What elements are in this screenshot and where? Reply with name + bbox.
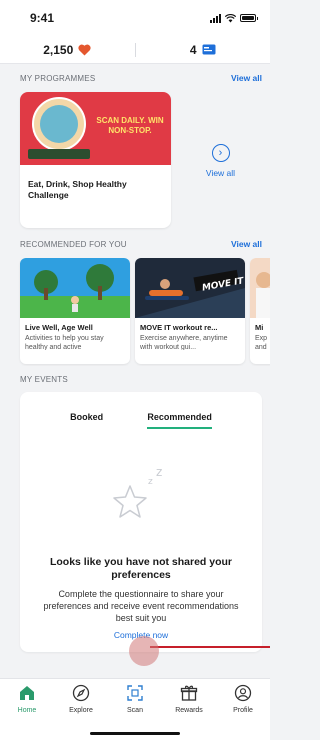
programmes-view-all-link[interactable]: View all <box>231 73 262 83</box>
recommended-card-desc: Exp and <box>255 335 268 350</box>
programme-banner: SCAN DAILY. WIN NON-STOP. <box>20 92 171 165</box>
tab-label: Rewards <box>175 707 203 714</box>
tab-booked[interactable]: Booked <box>70 412 103 429</box>
challenge-logo <box>32 97 86 151</box>
side-view-all-label: View all <box>205 168 236 178</box>
home-icon <box>20 686 34 700</box>
tab-home[interactable]: Home <box>0 683 54 740</box>
summary-bar: 2,150 4 <box>0 36 270 64</box>
tab-label: Home <box>17 707 37 714</box>
recommended-card-title: Live Well, Age Well <box>25 323 93 332</box>
section-title: MY EVENTS <box>20 374 68 384</box>
events-header: MY EVENTS <box>0 366 270 392</box>
section-title: RECOMMENDED FOR YOU <box>20 239 127 249</box>
recommended-card[interactable]: Mi Exp and <box>250 258 270 364</box>
empty-state-title: Looks like you have not shared your pref… <box>49 556 233 581</box>
recommended-card-desc: Exercise anywhere, anytime with workout … <box>140 335 228 350</box>
bottom-tab-bar: Home Explore Scan Rewards Profile <box>0 678 270 740</box>
compass-icon <box>72 684 90 702</box>
programme-name: Eat, Drink, Shop Healthy Challenge <box>28 179 127 200</box>
status-time: 9:41 <box>30 11 55 25</box>
svg-text:z: z <box>148 477 153 487</box>
status-icons <box>210 13 258 23</box>
challenge-logo-ribbon <box>28 149 90 159</box>
touch-indicator <box>129 636 159 666</box>
points-value: 2,150 <box>43 42 74 57</box>
scan-icon <box>127 685 143 701</box>
home-indicator <box>90 732 180 735</box>
signal-icon <box>210 13 221 23</box>
chevron-right-icon: › <box>211 144 230 162</box>
recommended-view-all-link[interactable]: View all <box>231 239 262 249</box>
tab-label: Profile <box>233 707 253 714</box>
move-it-image: MOVE IT <box>135 258 245 318</box>
events-card: Booked Recommended z z Looks like you ha… <box>20 392 262 652</box>
recommended-card[interactable]: Live Well, Age Well Activities to help y… <box>20 258 130 364</box>
recommended-carousel[interactable]: Live Well, Age Well Activities to help y… <box>0 258 270 366</box>
events-tabs: Booked Recommended <box>20 392 262 429</box>
gift-icon <box>180 685 198 701</box>
tab-label: Explore <box>69 707 93 714</box>
status-bar: 9:41 <box>0 0 270 36</box>
profile-icon <box>234 684 252 702</box>
tab-recommended[interactable]: Recommended <box>147 412 212 429</box>
recommended-card-title: MOVE IT workout re... <box>140 323 218 332</box>
programmes-side-view-all[interactable]: › View all <box>171 92 270 230</box>
touch-indicator-line <box>150 646 270 648</box>
programmes-row: SCAN DAILY. WIN NON-STOP. Eat, Drink, Sh… <box>0 92 270 230</box>
recommended-card-title: Mi <box>255 323 264 332</box>
section-title: MY PROGRAMMES <box>20 73 96 83</box>
heart-icon <box>78 44 91 55</box>
recommended-card-desc: Activities to help you stay healthy and … <box>25 335 104 350</box>
battery-icon <box>240 14 258 22</box>
recommended-header: RECOMMENDED FOR YOU View all <box>0 230 270 258</box>
sleeping-star-icon: z z <box>113 465 162 518</box>
programme-card[interactable]: SCAN DAILY. WIN NON-STOP. Eat, Drink, Sh… <box>20 92 171 228</box>
svg-text:z: z <box>156 465 162 479</box>
tab-label: Scan <box>127 707 143 714</box>
empty-state-description: Complete the questionnaire to share your… <box>43 589 239 623</box>
notifications-summary[interactable]: 4 <box>136 43 271 57</box>
points-summary[interactable]: 2,150 <box>0 43 135 57</box>
notifications-count: 4 <box>189 42 197 57</box>
programme-tagline: SCAN DAILY. WIN NON-STOP. <box>96 116 164 135</box>
wifi-icon <box>225 13 236 22</box>
live-well-image <box>20 258 130 318</box>
programmes-header: MY PROGRAMMES View all <box>0 64 270 92</box>
card-icon <box>202 44 216 55</box>
recommended-card[interactable]: MOVE IT MOVE IT workout re... Exercise a… <box>135 258 245 364</box>
tab-profile[interactable]: Profile <box>216 683 270 740</box>
recommended-card-image <box>250 258 270 318</box>
